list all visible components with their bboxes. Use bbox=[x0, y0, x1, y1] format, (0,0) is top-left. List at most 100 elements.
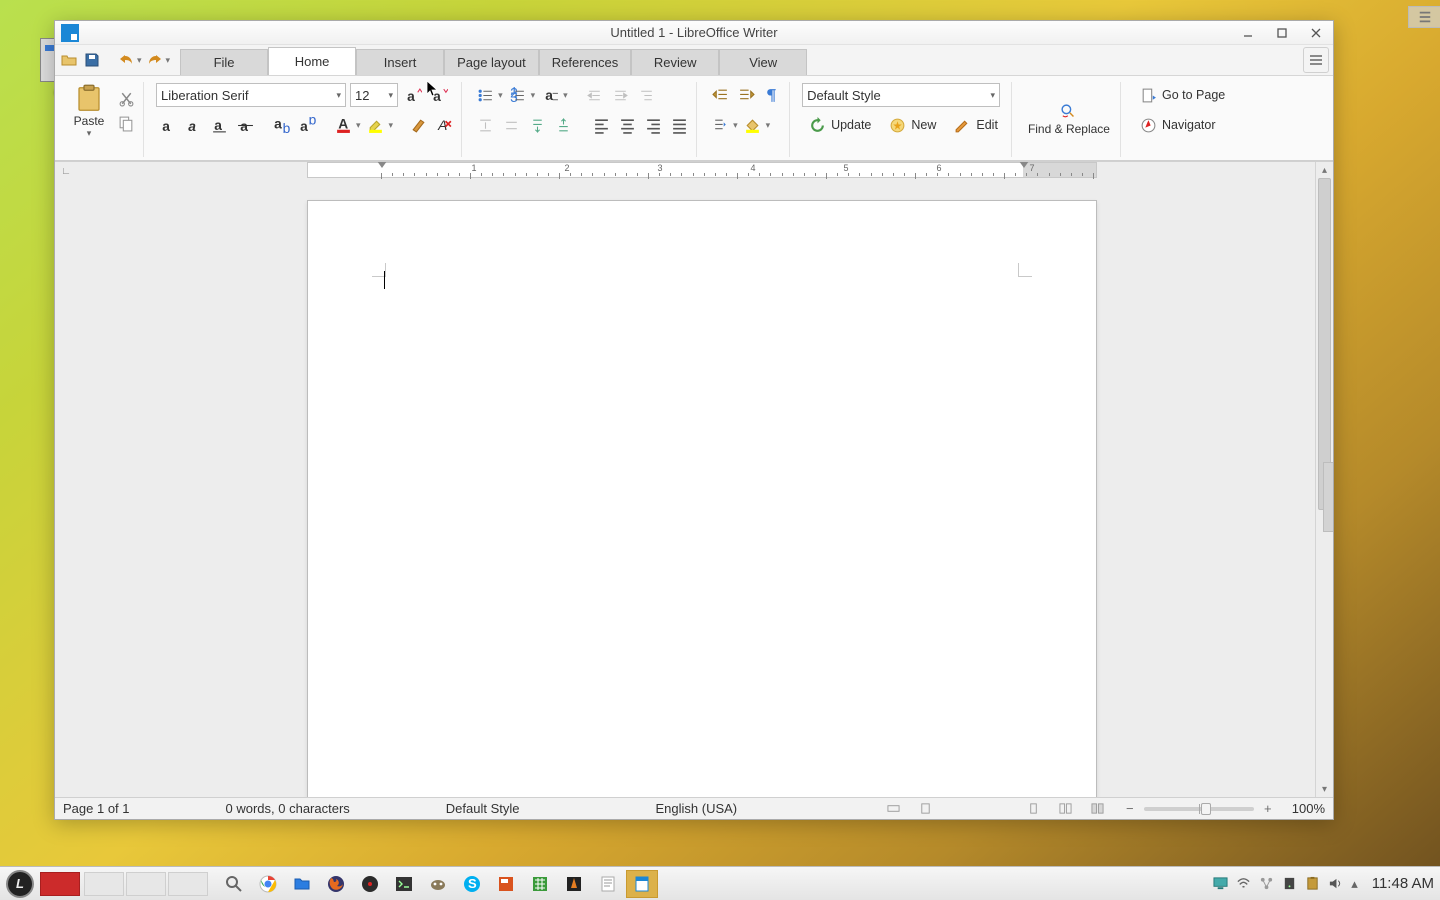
outline-dropdown[interactable]: ▾ bbox=[563, 90, 568, 101]
window-titlebar[interactable]: Untitled 1 - LibreOffice Writer bbox=[55, 21, 1333, 45]
paste-button-label[interactable]: Paste bbox=[74, 114, 105, 128]
hanging-indent-button[interactable] bbox=[636, 84, 658, 106]
status-page-style[interactable]: Default Style bbox=[446, 801, 520, 816]
navigator-button[interactable]: Navigator bbox=[1133, 114, 1223, 136]
align-left-button[interactable] bbox=[590, 114, 612, 136]
increase-indent2-button[interactable] bbox=[735, 84, 757, 106]
line-spacing-up-button[interactable] bbox=[552, 114, 574, 136]
open-button[interactable] bbox=[59, 50, 79, 70]
taskbar-search[interactable] bbox=[218, 870, 250, 898]
redo-dropdown[interactable]: ▾ bbox=[166, 55, 171, 66]
view-single-page[interactable] bbox=[1026, 801, 1042, 817]
tray-drive-icon[interactable] bbox=[1282, 876, 1297, 891]
status-zoom[interactable]: 100% bbox=[1292, 801, 1325, 816]
taskbar-impress[interactable] bbox=[490, 870, 522, 898]
taskbar-virtual-desktop-1[interactable] bbox=[40, 872, 80, 896]
status-page[interactable]: Page 1 of 1 bbox=[63, 801, 130, 816]
tab-references[interactable]: References bbox=[539, 49, 631, 75]
view-multi-page[interactable] bbox=[1058, 801, 1074, 817]
bold-button[interactable]: a bbox=[156, 114, 178, 136]
increase-spacing-button[interactable] bbox=[474, 114, 496, 136]
taskbar-media[interactable] bbox=[354, 870, 386, 898]
clear-formatting-button[interactable]: A bbox=[433, 114, 455, 136]
page-canvas[interactable] bbox=[307, 200, 1097, 797]
save-button[interactable] bbox=[82, 50, 102, 70]
new-style-button[interactable]: New bbox=[882, 114, 943, 136]
taskbar-vlc[interactable] bbox=[558, 870, 590, 898]
horizontal-ruler[interactable]: 1 2 3 4 5 6 7 bbox=[77, 162, 1333, 180]
taskbar-virtual-desktop-4[interactable] bbox=[168, 872, 208, 896]
scroll-thumb[interactable] bbox=[1318, 178, 1331, 510]
update-style-button[interactable]: Update bbox=[802, 114, 878, 136]
undo-button[interactable] bbox=[116, 50, 136, 70]
taskbar-firefox[interactable] bbox=[320, 870, 352, 898]
status-word-count[interactable]: 0 words, 0 characters bbox=[226, 801, 350, 816]
paragraph-style-combo[interactable]: Default Style▾ bbox=[802, 83, 1000, 107]
shrink-font-button[interactable]: a bbox=[428, 84, 450, 106]
underline-button[interactable]: a bbox=[208, 114, 230, 136]
bullet-list-dropdown[interactable]: ▾ bbox=[498, 90, 503, 101]
scroll-up-button[interactable]: ▴ bbox=[1316, 162, 1333, 178]
decrease-indent-button[interactable] bbox=[584, 84, 606, 106]
decrease-indent2-button[interactable] bbox=[709, 84, 731, 106]
tray-monitor-icon[interactable] bbox=[1213, 876, 1228, 891]
tray-network-icon[interactable] bbox=[1259, 876, 1274, 891]
taskbar-clock[interactable]: 11:48 AM bbox=[1372, 875, 1434, 892]
highlight-dropdown[interactable]: ▾ bbox=[389, 120, 394, 131]
redo-button[interactable] bbox=[145, 50, 165, 70]
taskbar-terminal[interactable] bbox=[388, 870, 420, 898]
font-color-dropdown[interactable]: ▾ bbox=[356, 120, 361, 131]
clone-formatting-button[interactable] bbox=[407, 114, 429, 136]
bullet-list-button[interactable] bbox=[474, 84, 496, 106]
font-color-button[interactable]: A bbox=[332, 114, 354, 136]
tray-wifi-icon[interactable] bbox=[1236, 876, 1251, 891]
superscript-button[interactable]: ab bbox=[296, 114, 318, 136]
increase-indent-button[interactable] bbox=[610, 84, 632, 106]
taskbar-chrome[interactable] bbox=[252, 870, 284, 898]
italic-button[interactable]: a bbox=[182, 114, 204, 136]
edit-style-button[interactable]: Edit bbox=[947, 114, 1005, 136]
strikethrough-button[interactable]: a bbox=[234, 114, 256, 136]
decrease-spacing-button[interactable] bbox=[500, 114, 522, 136]
tray-volume-icon[interactable] bbox=[1328, 876, 1343, 891]
font-name-combo[interactable]: Liberation Serif▾ bbox=[156, 83, 346, 107]
tab-review[interactable]: Review bbox=[631, 49, 719, 75]
document-area[interactable] bbox=[77, 182, 1311, 797]
line-spacing-down-button[interactable] bbox=[526, 114, 548, 136]
number-list-button[interactable]: 123 bbox=[507, 84, 529, 106]
goto-page-button[interactable]: Go to Page bbox=[1133, 84, 1232, 106]
highlight-color-button[interactable] bbox=[365, 114, 387, 136]
window-minimize-button[interactable] bbox=[1231, 21, 1265, 45]
font-size-combo[interactable]: 12▾ bbox=[350, 83, 398, 107]
taskbar-text-editor[interactable] bbox=[592, 870, 624, 898]
scroll-down-button[interactable]: ▾ bbox=[1316, 781, 1333, 797]
window-close-button[interactable] bbox=[1299, 21, 1333, 45]
bg-color-button[interactable] bbox=[742, 114, 764, 136]
taskbar-virtual-desktop-3[interactable] bbox=[126, 872, 166, 896]
align-right-button[interactable] bbox=[642, 114, 664, 136]
ltr-dropdown[interactable]: ▾ bbox=[733, 120, 738, 131]
undo-dropdown[interactable]: ▾ bbox=[137, 55, 142, 66]
window-maximize-button[interactable] bbox=[1265, 21, 1299, 45]
tray-clipboard-icon[interactable] bbox=[1305, 876, 1320, 891]
find-replace-icon[interactable] bbox=[1060, 103, 1077, 120]
view-book[interactable] bbox=[1090, 801, 1106, 817]
tab-file[interactable]: File bbox=[180, 49, 268, 75]
taskbar-files[interactable] bbox=[286, 870, 318, 898]
formatting-marks-button[interactable] bbox=[761, 84, 783, 106]
taskbar-writer[interactable] bbox=[626, 870, 658, 898]
find-replace-label[interactable]: Find & Replace bbox=[1028, 122, 1110, 136]
sidebar-toggle-grip[interactable] bbox=[1323, 462, 1333, 532]
cut-button[interactable] bbox=[115, 88, 137, 110]
indent-marker-left[interactable] bbox=[377, 161, 387, 168]
desktop-side-panel-toggle[interactable] bbox=[1408, 6, 1440, 28]
outline-button[interactable]: a bbox=[539, 84, 561, 106]
start-menu-button[interactable]: L bbox=[6, 870, 34, 898]
number-list-dropdown[interactable]: ▾ bbox=[531, 90, 536, 101]
status-language[interactable]: English (USA) bbox=[655, 801, 737, 816]
clipboard-paste-icon[interactable] bbox=[74, 84, 104, 114]
taskbar-calc[interactable] bbox=[524, 870, 556, 898]
status-selection-mode[interactable] bbox=[918, 801, 934, 817]
status-insert-mode[interactable] bbox=[886, 801, 902, 817]
ribbon-menu-button[interactable] bbox=[1303, 47, 1329, 73]
